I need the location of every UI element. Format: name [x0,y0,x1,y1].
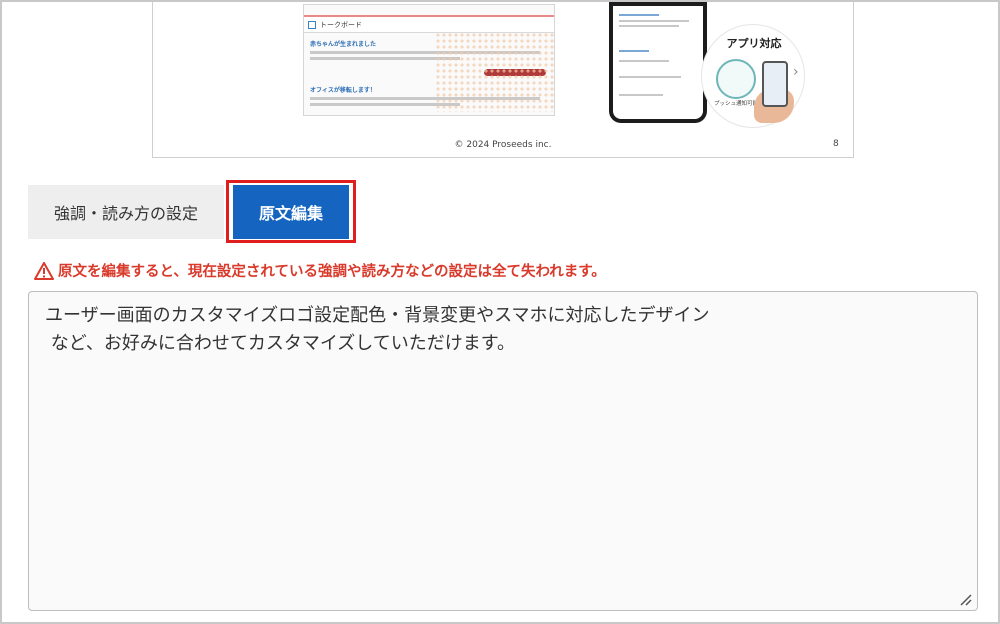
tab-edit-original[interactable]: 原文編集 [233,185,349,239]
tab-bar: 強調・読み方の設定 原文編集 [28,180,356,243]
slide-copyright: © 2024 Proseeds inc. [454,140,552,150]
slide-page-number: 8 [833,139,839,149]
warning-message: 原文を編集すると、現在設定されている強調や読み方などの設定は全て失われます。 [34,260,606,281]
chevron-right-icon[interactable]: › [793,64,799,80]
phone-mock [609,2,707,123]
warning-text: 原文を編集すると、現在設定されている強調や読み方などの設定は全て失われます。 [58,264,606,280]
app-support-badge: アプリ対応 プッシュ通知可能 [701,24,805,128]
smartphone-icon [762,61,788,107]
decorative-dots [435,32,555,112]
resize-handle-icon[interactable] [958,592,972,606]
refresh-icon [716,59,756,99]
warning-icon [34,261,54,280]
talkboard-header: トークボード [304,15,554,33]
badge-title: アプリ対応 [726,37,782,50]
tab-emphasis-reading[interactable]: 強調・読み方の設定 [28,185,224,239]
slide-preview: トークボード 赤ちゃんが生まれました オフィスが移転します！ アプリ対応 プッシ… [152,2,854,158]
original-text-editor[interactable]: ユーザー画面のカスタマイズロゴ設定配色・背景変更やスマホに対応したデザイン など… [28,291,978,611]
talkboard-title: トークボード [320,21,362,29]
editor-window: トークボード 赤ちゃんが生まれました オフィスが移転します！ アプリ対応 プッシ… [0,0,1000,624]
board-icon [308,21,316,29]
